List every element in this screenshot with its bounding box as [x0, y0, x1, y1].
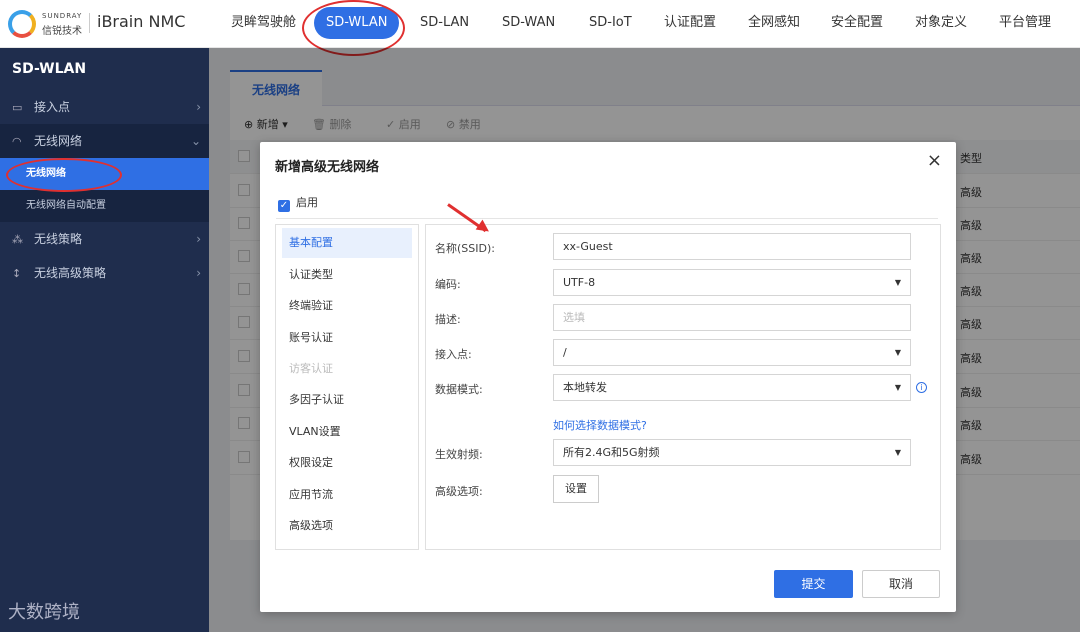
- wifi-icon: ◠: [12, 135, 22, 148]
- access-point-select[interactable]: / ▼: [553, 339, 911, 366]
- sidebar-title: SD-WLAN: [12, 61, 87, 77]
- cancel-button[interactable]: 取消: [862, 570, 940, 598]
- frequency-value: 所有2.4G和5G射频: [563, 446, 660, 459]
- data-mode-label: 数据模式:: [435, 383, 483, 396]
- description-input[interactable]: 选填: [553, 304, 911, 331]
- nav-sd-lan[interactable]: SD-LAN: [420, 12, 469, 34]
- encoding-label: 编码:: [435, 278, 461, 291]
- nav-dashboard[interactable]: 灵眸驾驶舱: [231, 12, 296, 34]
- config-nav-permission[interactable]: 权限设定: [282, 448, 412, 478]
- sidebar-subitem-auto-config[interactable]: 无线网络自动配置: [0, 190, 209, 222]
- access-point-icon: ▭: [12, 101, 23, 114]
- nav-platform-management[interactable]: 平台管理: [999, 12, 1051, 34]
- close-icon[interactable]: ×: [927, 150, 942, 171]
- sidebar-item-wireless-network[interactable]: ◠ 无线网络 ⌄: [0, 124, 209, 158]
- top-bar: SUNDRAY 信锐技术 iBrain NMC 灵眸驾驶舱 SD-WLAN SD…: [0, 0, 1080, 48]
- access-point-label: 接入点:: [435, 348, 472, 361]
- advanced-options-label: 高级选项:: [435, 485, 483, 498]
- chevron-down-icon: ⌄: [190, 134, 201, 148]
- nav-security-config[interactable]: 安全配置: [831, 12, 883, 34]
- sidebar-item-label: 无线策略: [34, 232, 83, 246]
- frequency-label: 生效射频:: [435, 448, 483, 461]
- caret-down-icon: ▼: [894, 448, 901, 457]
- brand-en: SUNDRAY: [42, 12, 83, 20]
- frequency-select[interactable]: 所有2.4G和5G射频 ▼: [553, 439, 911, 466]
- product-name: iBrain NMC: [97, 12, 186, 31]
- chevron-right-icon: ›: [196, 232, 201, 246]
- nav-auth-config[interactable]: 认证配置: [664, 12, 716, 34]
- nav-object-definition[interactable]: 对象定义: [915, 12, 967, 34]
- nav-sd-iot[interactable]: SD-IoT: [589, 12, 632, 34]
- nav-sd-wan[interactable]: SD-WAN: [502, 12, 555, 34]
- chevron-right-icon: ›: [196, 100, 201, 114]
- checkmark-icon: ✓: [278, 200, 290, 212]
- encoding-value: UTF-8: [563, 276, 596, 289]
- caret-down-icon: ▼: [894, 348, 901, 357]
- config-nav-account-auth[interactable]: 账号认证: [282, 323, 412, 353]
- config-nav-advanced[interactable]: 高级选项: [282, 511, 412, 541]
- access-point-value: /: [563, 346, 567, 359]
- config-nav-terminal-verify[interactable]: 终端验证: [282, 291, 412, 321]
- divider: [276, 218, 938, 219]
- nav-network-awareness[interactable]: 全网感知: [748, 12, 800, 34]
- sidebar-item-label: 无线网络: [34, 134, 83, 148]
- sidebar: SD-WLAN ▭ 接入点 › ◠ 无线网络 ⌄ 无线网络 无线网络自动配置 ⁂ 无线…: [0, 48, 209, 632]
- caret-down-icon: ▼: [894, 278, 901, 287]
- encoding-select[interactable]: UTF-8 ▼: [553, 269, 911, 296]
- info-icon[interactable]: i: [916, 382, 927, 393]
- submit-button[interactable]: 提交: [774, 570, 853, 598]
- config-nav-basic[interactable]: 基本配置: [282, 228, 412, 258]
- sidebar-item-label: 无线高级策略: [34, 266, 107, 280]
- config-nav-auth-type[interactable]: 认证类型: [282, 260, 412, 290]
- description-label: 描述:: [435, 313, 461, 326]
- sidebar-item-wireless-policy[interactable]: ⁂ 无线策略 ›: [0, 222, 209, 256]
- data-mode-value: 本地转发: [563, 381, 607, 394]
- config-nav: 基本配置 认证类型 终端验证 账号认证 访客认证 多因子认证 VLAN设置 权限…: [275, 224, 419, 550]
- config-nav-vlan[interactable]: VLAN设置: [282, 417, 412, 447]
- ssid-input[interactable]: xx-Guest: [553, 233, 911, 260]
- dialog-title: 新增高级无线网络: [275, 160, 380, 175]
- policy-icon: ⁂: [12, 233, 23, 246]
- sidebar-item-access-point[interactable]: ▭ 接入点 ›: [0, 90, 209, 124]
- basic-config-form: 名称(SSID): xx-Guest 编码: UTF-8 ▼ 描述: 选填 接入点…: [425, 224, 941, 550]
- brand-divider: [89, 13, 90, 33]
- data-mode-help-link[interactable]: 如何选择数据模式?: [553, 417, 647, 433]
- config-nav-guest-auth: 访客认证: [289, 362, 333, 375]
- ssid-label: 名称(SSID):: [435, 242, 495, 255]
- advanced-settings-button[interactable]: 设置: [553, 475, 599, 503]
- caret-down-icon: ▼: [894, 383, 901, 392]
- add-network-dialog: 新增高级无线网络 × ✓ 启用 基本配置 认证类型 终端验证 账号认证 访客认证 …: [260, 142, 956, 612]
- advanced-policy-icon: ↕: [12, 267, 22, 280]
- brand-logo-icon: [8, 10, 36, 38]
- config-nav-app-throttle[interactable]: 应用节流: [282, 480, 412, 510]
- chevron-right-icon: ›: [196, 266, 201, 280]
- config-nav-mfa[interactable]: 多因子认证: [282, 385, 412, 415]
- data-mode-select[interactable]: 本地转发 ▼: [553, 374, 911, 401]
- enable-label: 启用: [296, 196, 318, 209]
- brand-cn: 信锐技术: [42, 26, 82, 37]
- sidebar-item-advanced-policy[interactable]: ↕ 无线高级策略 ›: [0, 256, 209, 290]
- sidebar-item-label: 接入点: [34, 100, 71, 114]
- annotation-circle-sidebar: [6, 158, 122, 192]
- enable-checkbox[interactable]: ✓ 启用: [278, 194, 318, 212]
- watermark: 大数跨境: [8, 602, 80, 623]
